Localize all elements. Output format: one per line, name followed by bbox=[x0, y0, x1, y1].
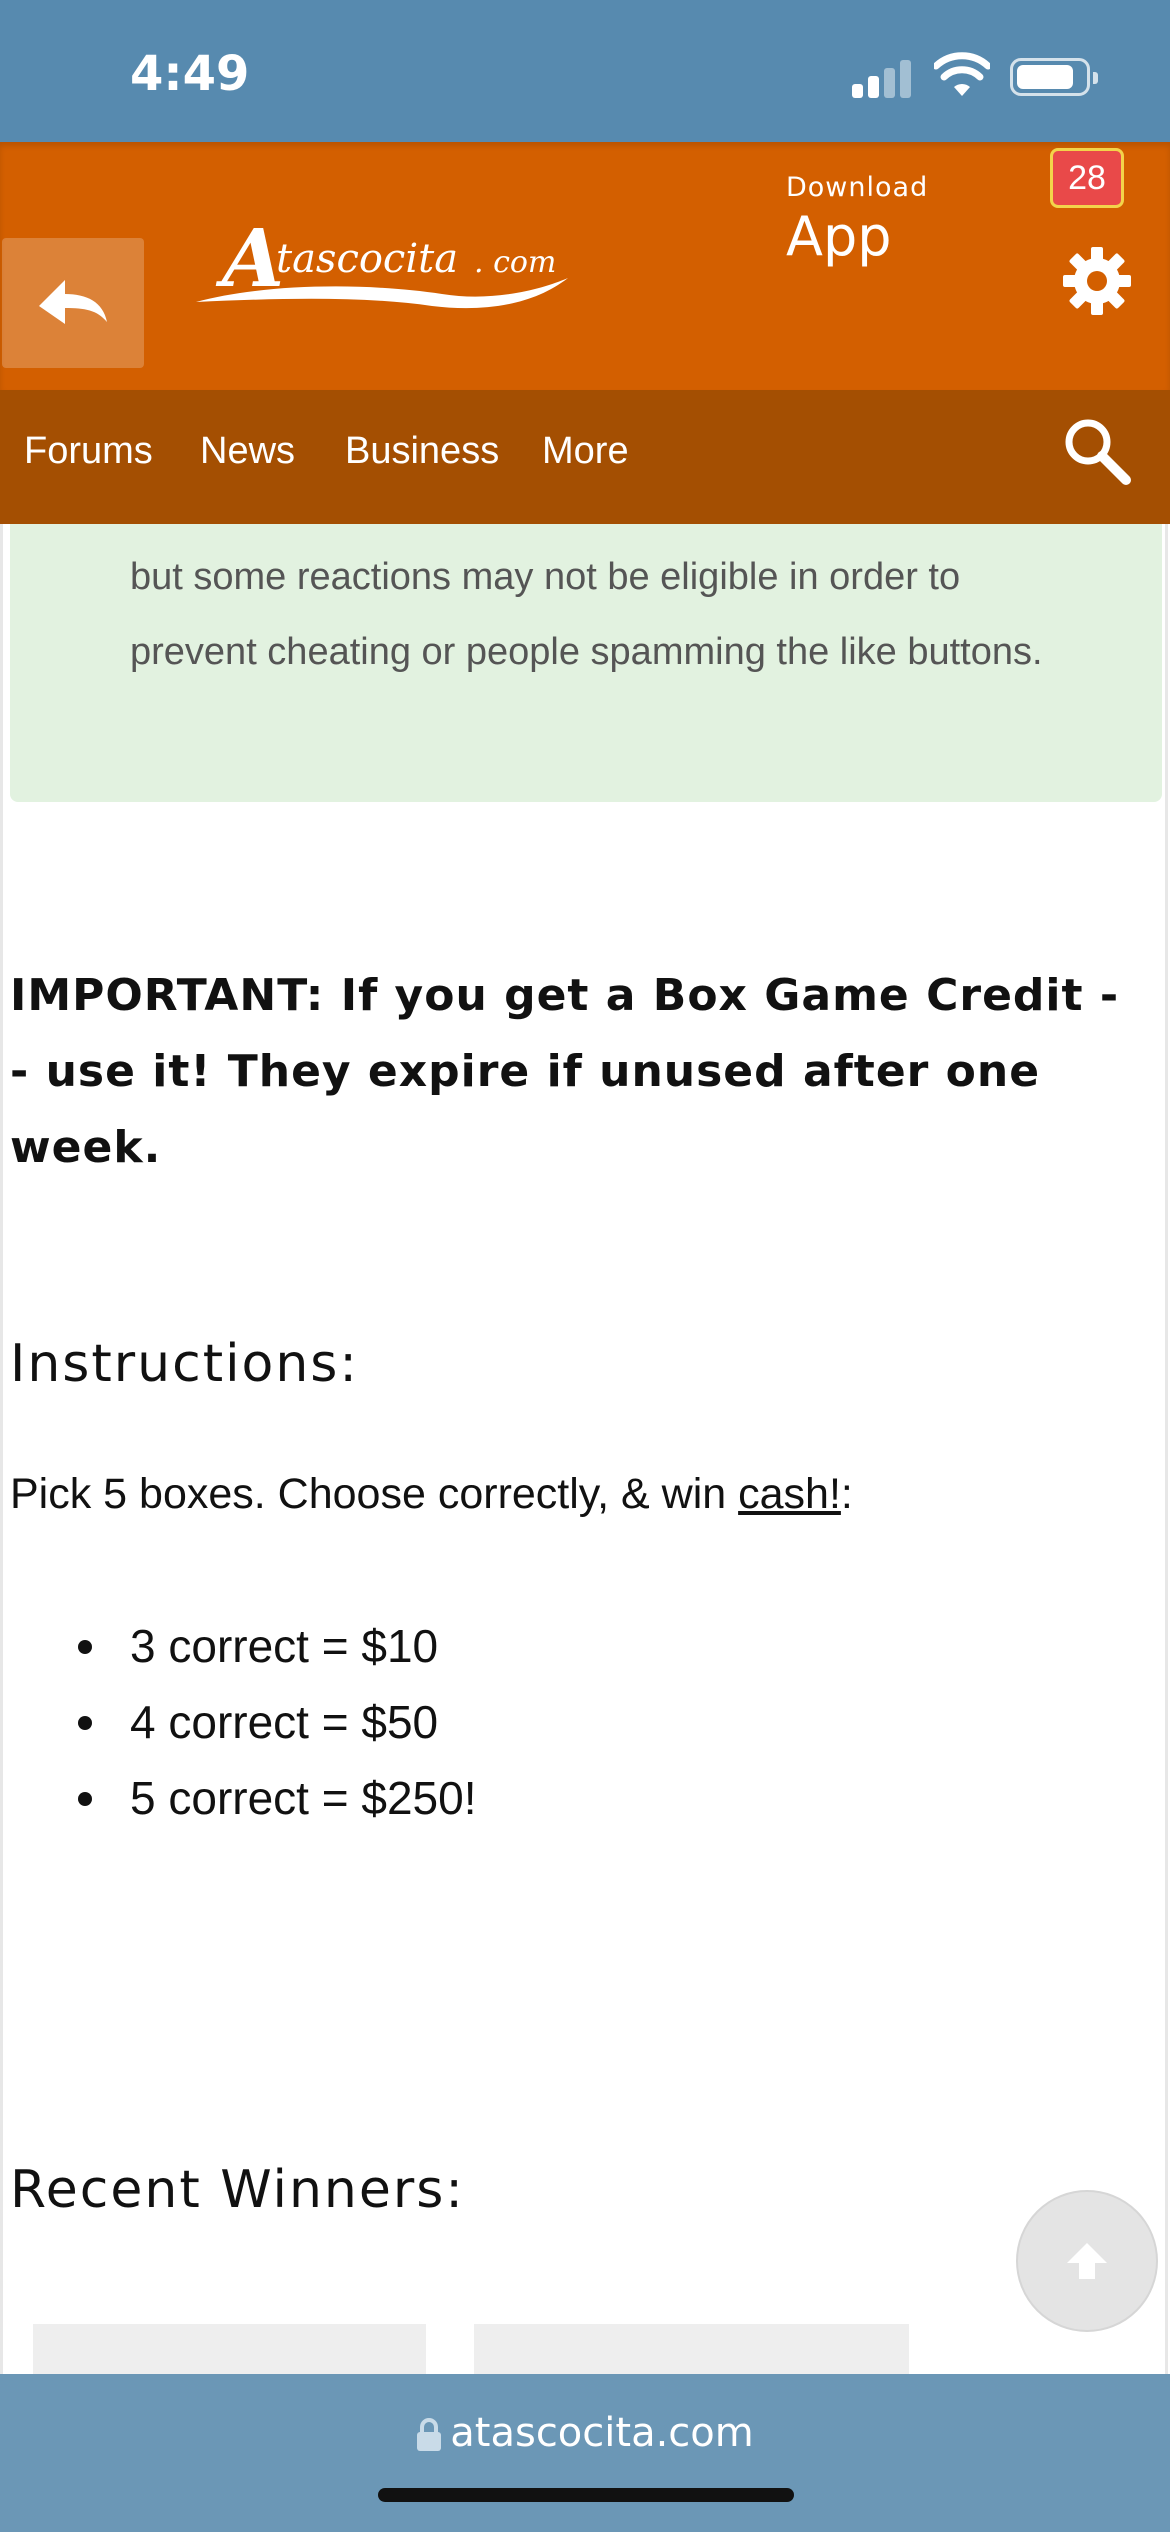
gear-icon[interactable] bbox=[1062, 246, 1132, 316]
app-label: App bbox=[786, 205, 892, 268]
instructions-text-after: : bbox=[840, 1470, 853, 1518]
prize-list: 3 correct = $10 4 correct = $50 5 correc… bbox=[74, 1608, 476, 1836]
content-border-right bbox=[1165, 524, 1168, 2374]
address-url[interactable]: atascocita.com bbox=[0, 2410, 1170, 2456]
instructions-heading: Instructions: bbox=[10, 1334, 359, 1394]
url-text: atascocita.com bbox=[450, 2410, 754, 2456]
site-header bbox=[0, 142, 1170, 390]
nav-item-more[interactable]: More bbox=[542, 430, 629, 473]
svg-text:. com: . com bbox=[474, 245, 556, 280]
svg-text:A: A bbox=[215, 211, 284, 305]
back-button[interactable] bbox=[2, 238, 144, 368]
status-time: 4:49 bbox=[130, 46, 250, 102]
nav-item-forums[interactable]: Forums bbox=[24, 430, 153, 473]
winner-card[interactable] bbox=[474, 2324, 909, 2376]
instructions-text-before: Pick 5 boxes. Choose correctly, & win bbox=[10, 1470, 739, 1518]
lock-icon bbox=[417, 2418, 442, 2451]
recent-winners-heading: Recent Winners: bbox=[10, 2160, 465, 2220]
prize-item: 4 correct = $50 bbox=[74, 1684, 476, 1760]
important-notice: IMPORTANT: If you get a Box Game Credit … bbox=[10, 970, 1120, 1173]
download-app-link[interactable]: Download App bbox=[786, 172, 928, 268]
winner-card[interactable] bbox=[33, 2324, 426, 2376]
notification-badge[interactable]: 28 bbox=[1050, 148, 1124, 208]
nav-item-business[interactable]: Business bbox=[345, 430, 499, 473]
cash-link[interactable]: cash! bbox=[738, 1470, 841, 1518]
site-logo[interactable]: A tascocita . com bbox=[192, 198, 572, 318]
svg-text:tascocita: tascocita bbox=[276, 236, 458, 282]
info-notice-text: but some reactions may not be eligible i… bbox=[130, 556, 1043, 673]
content-border-left bbox=[0, 524, 3, 2374]
prize-item: 5 correct = $250! bbox=[74, 1760, 476, 1836]
download-label: Download bbox=[786, 172, 929, 203]
home-indicator bbox=[378, 2488, 794, 2502]
prize-item: 3 correct = $10 bbox=[74, 1608, 476, 1684]
cellular-signal-icon bbox=[852, 58, 914, 98]
arrow-up-icon bbox=[1067, 2243, 1107, 2279]
back-arrow-icon bbox=[39, 280, 107, 324]
scroll-to-top-button[interactable] bbox=[1016, 2190, 1158, 2332]
nav-item-news[interactable]: News bbox=[200, 430, 295, 473]
instructions-text: Pick 5 boxes. Choose correctly, & win ca… bbox=[10, 1470, 853, 1519]
search-icon[interactable] bbox=[1062, 416, 1132, 486]
battery-icon bbox=[1010, 58, 1098, 96]
wifi-icon bbox=[934, 52, 990, 96]
